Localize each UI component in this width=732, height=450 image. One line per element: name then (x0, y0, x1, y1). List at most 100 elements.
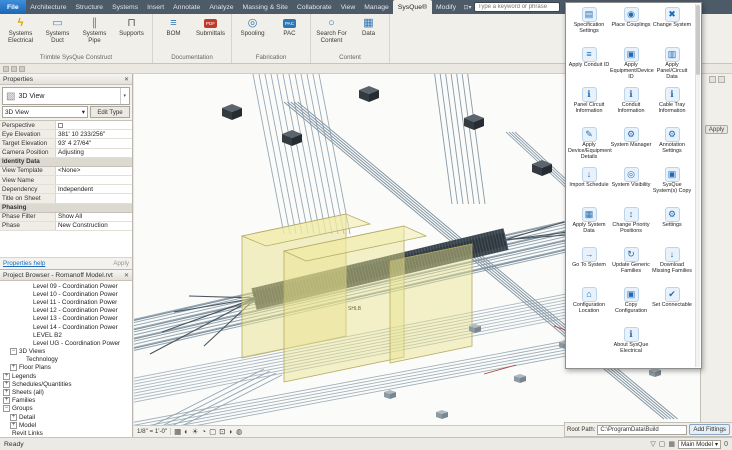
collapse-icon[interactable]: − (3, 405, 10, 412)
tree-item-level-ug-coordination-power[interactable]: Level UG - Coordination Power (0, 339, 132, 347)
project-browser-header[interactable]: Project Browser - Romanoff Model.rvt ✕ (0, 270, 132, 281)
scale-button[interactable]: 1/8" = 1'-0" (137, 428, 171, 435)
tree-item-families[interactable]: +Families (0, 397, 132, 405)
ribbon-button-systems-duct[interactable]: ▭Systems Duct (39, 15, 76, 54)
properties-help-link[interactable]: Properties help (3, 260, 45, 267)
edit-type-button[interactable]: Edit Type (90, 106, 130, 118)
palette-item-set-connectable[interactable]: ✔Set Connectable (652, 285, 692, 325)
dock-panel-icon[interactable] (709, 76, 716, 83)
tree-item-level-12-coordination-power[interactable]: Level 12 - Coordination Power (0, 307, 132, 315)
ribbon-options-icon[interactable]: ⊡▾ (461, 0, 475, 14)
crop-region-icon[interactable]: ⊡ (219, 427, 225, 436)
tab-view[interactable]: View (336, 0, 360, 14)
tab-sysque[interactable]: SysQue® (393, 0, 431, 14)
tree-item-level-13-coordination-power[interactable]: Level 13 - Coordination Power (0, 315, 132, 323)
tree-item-level-11-coordination-power[interactable]: Level 11 - Coordination Power (0, 298, 132, 306)
tree-item-groups[interactable]: −Groups (0, 405, 132, 413)
view-filter-combo[interactable]: 3D View ▾ (2, 106, 88, 118)
palette-item-panel-circuit-information[interactable]: ℹPanel Circuit Information (568, 85, 610, 125)
tab-massing-site[interactable]: Massing & Site (238, 0, 292, 14)
tab-analyze[interactable]: Analyze (205, 0, 238, 14)
tree-item-3d-views[interactable]: −3D Views (0, 348, 132, 356)
modify-icon[interactable] (3, 66, 9, 72)
tree-item-level-10-coordination-power[interactable]: Level 10 - Coordination Power (0, 290, 132, 298)
ribbon-button-spooling[interactable]: ◎Spooling (234, 15, 271, 54)
expand-icon[interactable]: + (3, 389, 10, 396)
tree-item-level-b2[interactable]: LEVEL B2 (0, 331, 132, 339)
palette-item-apply-device-equipment-details[interactable]: ✎Apply Device/Equipment Details (568, 125, 610, 165)
expand-icon[interactable]: + (3, 397, 10, 404)
detail-level-icon[interactable]: ▦ (174, 427, 181, 436)
palette-item-update-generic-families[interactable]: ↻Update Generic Families (610, 245, 652, 285)
reveal-hidden-icon[interactable]: ◍ (236, 427, 243, 436)
tab-collaborate[interactable]: Collaborate (292, 0, 336, 14)
dock-pin-icon[interactable] (718, 76, 725, 83)
close-icon[interactable]: ✕ (124, 76, 129, 83)
ribbon-button-search-for-content[interactable]: ○Search For Content (313, 15, 350, 54)
properties-header[interactable]: Properties ✕ (0, 74, 132, 85)
type-selector[interactable]: ▧ 3D View ▾ (2, 87, 130, 105)
palette-item-specification-settings[interactable]: ▤Specification Settings (568, 5, 610, 45)
root-path-value[interactable]: C:\ProgramData\Build (597, 425, 687, 435)
dock-apply-button[interactable]: Apply (705, 125, 728, 134)
tab-architecture[interactable]: Architecture (26, 0, 71, 14)
palette-item-sysque-system-s-copy[interactable]: ▣SysQue System(s) Copy (652, 165, 692, 205)
palette-item-system-visibility[interactable]: ◎System Visibility (610, 165, 652, 205)
tree-item-detail[interactable]: +Detail (0, 413, 132, 421)
palette-item-change-system[interactable]: ✖Change System (652, 5, 692, 45)
temporary-hide-icon[interactable]: ◗ (228, 427, 233, 436)
palette-item-settings[interactable]: ⚙Settings (652, 205, 692, 245)
tree-item-level-09-coordination-power[interactable]: Level 09 - Coordination Power (0, 282, 132, 290)
tab-manage[interactable]: Manage (360, 0, 394, 14)
crop-view-icon[interactable]: ▢ (209, 427, 216, 436)
filter-icon[interactable]: ▽ (650, 440, 655, 448)
worksets-icon[interactable]: ▦ (668, 440, 675, 448)
palette-item-apply-panel-circuit-data[interactable]: ▥Apply Panel/Circuit Data (652, 45, 692, 85)
tab-modify[interactable]: Modify (432, 0, 461, 14)
ribbon-button-bom[interactable]: ≡BOM (155, 15, 192, 54)
palette-item-apply-conduit-id[interactable]: ≡Apply Conduit ID (568, 45, 610, 85)
palette-item-about-sysque-electrical[interactable]: ℹAbout SysQue Electrical (610, 325, 652, 365)
chevron-down-icon[interactable]: ▾ (120, 88, 126, 104)
expand-icon[interactable]: + (10, 364, 17, 371)
collapse-icon[interactable]: − (10, 348, 17, 355)
tab-annotate[interactable]: Annotate (169, 0, 205, 14)
tab-file[interactable]: File (0, 0, 26, 14)
select-icon[interactable] (11, 66, 17, 72)
options-icon[interactable] (19, 66, 25, 72)
palette-item-change-priority-positions[interactable]: ↕Change Priority Positions (610, 205, 652, 245)
add-fittings-button[interactable]: Add Fittings (689, 424, 730, 435)
close-icon[interactable]: ✕ (124, 272, 129, 279)
tab-systems[interactable]: Systems (108, 0, 143, 14)
active-design-option-select[interactable]: Main Model ▾ (678, 440, 721, 449)
ribbon-button-data[interactable]: ▦Data (350, 15, 387, 54)
tree-item-schedules-quantities[interactable]: +Schedules/Quantities (0, 380, 132, 388)
expand-icon[interactable]: + (10, 422, 17, 429)
tree-item-technology[interactable]: Technology (0, 356, 132, 364)
apply-button[interactable]: Apply (113, 260, 129, 267)
palette-item-copy-configuration[interactable]: ▣Copy Configuration (610, 285, 652, 325)
design-options-icon[interactable]: ▢ (659, 440, 666, 448)
tab-structure[interactable]: Structure (71, 0, 108, 14)
search-input[interactable] (474, 2, 560, 12)
tree-item-revit-links[interactable]: Revit Links (0, 429, 132, 437)
palette-item-download-missing-families[interactable]: ↓Download Missing Families (652, 245, 692, 285)
palette-item-cable-tray-information[interactable]: ℹCable Tray Information (652, 85, 692, 125)
palette-item-annotation-settings[interactable]: ⚙Annotation Settings (652, 125, 692, 165)
checkbox[interactable] (58, 123, 63, 128)
ribbon-button-submittals[interactable]: PDFSubmittals (192, 15, 229, 54)
expand-icon[interactable]: + (3, 381, 10, 388)
palette-item-conduit-information[interactable]: ℹConduit Information (610, 85, 652, 125)
ribbon-button-systems-electrical[interactable]: ϟSystems Electrical (2, 15, 39, 54)
tree-item-floor-plans[interactable]: +Floor Plans (0, 364, 132, 372)
shadows-icon[interactable]: ◔ (202, 427, 207, 436)
expand-icon[interactable]: + (10, 414, 17, 421)
tree-item-level-14-coordination-power[interactable]: Level 14 - Coordination Power (0, 323, 132, 331)
expand-icon[interactable]: + (3, 373, 10, 380)
palette-item-go-to-system[interactable]: →Go To System (568, 245, 610, 285)
palette-item-place-couplings[interactable]: ◉Place Couplings (610, 5, 652, 45)
tree-item-model[interactable]: +Model (0, 421, 132, 429)
palette-scrollbar[interactable] (695, 4, 700, 367)
palette-item-configuration-location[interactable]: ⌂Configuration Location (568, 285, 610, 325)
palette-item-import-schedule[interactable]: ↓Import Schedule (568, 165, 610, 205)
